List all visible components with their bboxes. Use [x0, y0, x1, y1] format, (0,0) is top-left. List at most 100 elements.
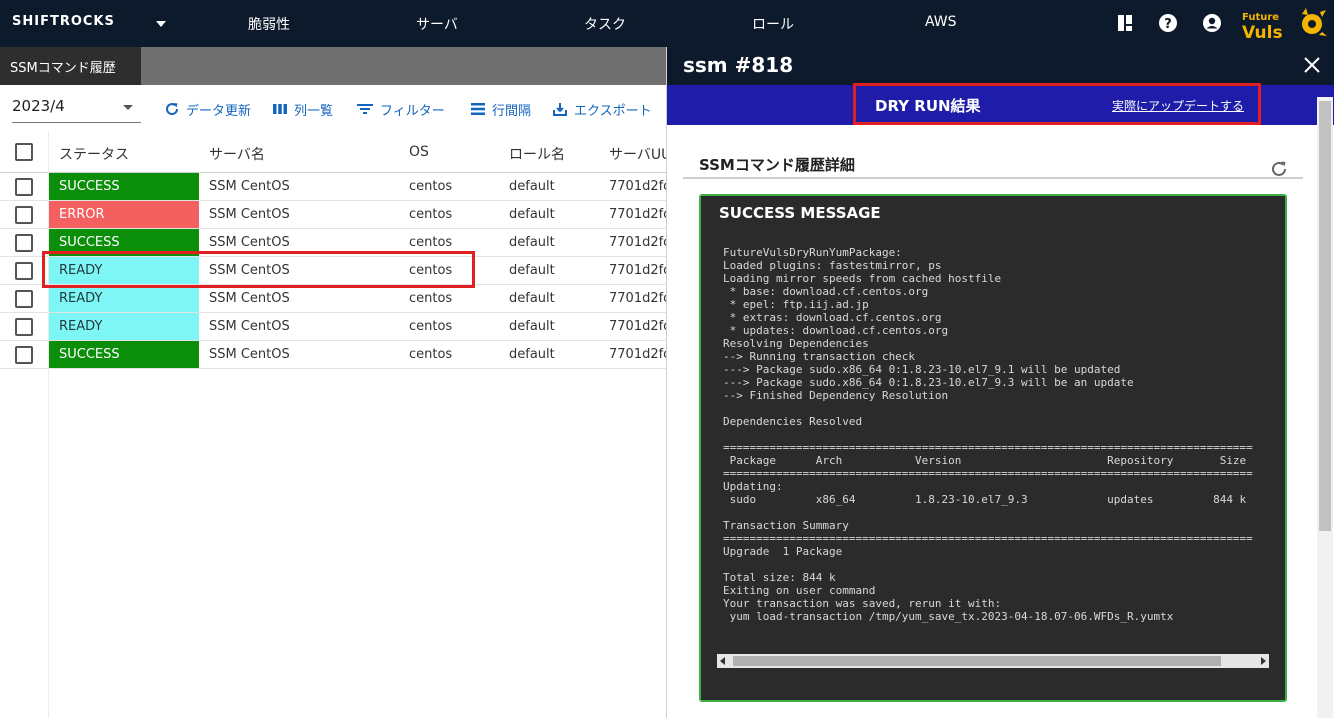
- table-row[interactable]: SUCCESS SSM CentOS centos default 7701d2…: [0, 341, 666, 369]
- chevron-down-icon: [123, 105, 133, 110]
- ssm-detail-drawer: ssm #818 DRY RUN結果 実際にアップデートする SSMコマンド履歴…: [666, 47, 1334, 718]
- svg-text:Vuls: Vuls: [1242, 23, 1283, 42]
- os-cell: centos: [409, 207, 453, 222]
- columns-button[interactable]: 列一覧: [272, 99, 333, 119]
- drawer-header: ssm #818: [667, 47, 1334, 85]
- density-button[interactable]: 行間隔: [470, 99, 531, 119]
- top-navigation-bar: SHIFTROCKS 脆弱性 サーバ タスク ロール AWS ? Future …: [0, 0, 1334, 47]
- refresh-icon: [166, 103, 179, 116]
- server-name-cell: SSM CentOS: [209, 179, 290, 194]
- status-badge: READY: [49, 285, 199, 312]
- columns-icon: [273, 104, 287, 114]
- organization-name[interactable]: SHIFTROCKS: [12, 14, 115, 29]
- grid-header-row: ステータス サーバ名 OS ロール名 サーバUUID: [0, 131, 666, 173]
- scroll-left-icon[interactable]: [720, 657, 725, 665]
- console-title: SUCCESS MESSAGE: [719, 204, 881, 222]
- server-uuid-cell: 7701d2fc: [609, 207, 666, 222]
- section-divider: [683, 177, 1303, 179]
- server-uuid-cell: 7701d2fc: [609, 263, 666, 278]
- table-row[interactable]: READY SSM CentOS centos default 7701d2fc: [0, 313, 666, 341]
- role-name-cell: default: [509, 263, 555, 278]
- nav-tasks[interactable]: タスク: [584, 14, 626, 34]
- export-button[interactable]: エクスポート: [552, 99, 652, 119]
- nav-aws[interactable]: AWS: [925, 14, 957, 30]
- row-checkbox[interactable]: [15, 234, 33, 252]
- status-badge: SUCCESS: [49, 173, 199, 200]
- nav-vulnerabilities[interactable]: 脆弱性: [248, 14, 290, 34]
- tab-ssm-command-history[interactable]: SSMコマンド履歴: [0, 47, 141, 85]
- os-cell: centos: [409, 347, 453, 362]
- column-header-status[interactable]: ステータス: [59, 144, 199, 164]
- row-checkbox[interactable]: [15, 262, 33, 280]
- table-row[interactable]: ERROR SSM CentOS centos default 7701d2fc: [0, 201, 666, 229]
- close-icon[interactable]: [1303, 56, 1321, 74]
- role-name-cell: default: [509, 179, 555, 194]
- scrollbar-thumb[interactable]: [1319, 101, 1331, 531]
- filter-button[interactable]: フィルター: [356, 99, 445, 119]
- role-name-cell: default: [509, 207, 555, 222]
- command-output-console: SUCCESS MESSAGE FutureVulsDryRunYumPacka…: [699, 194, 1287, 702]
- scroll-right-icon[interactable]: [1261, 657, 1266, 665]
- os-cell: centos: [409, 179, 453, 194]
- table-row[interactable]: READY SSM CentOS centos default 7701d2fc: [0, 285, 666, 313]
- server-uuid-cell: 7701d2fc: [609, 179, 666, 194]
- column-header-server-uuid[interactable]: サーバUUID: [609, 144, 666, 164]
- row-checkbox[interactable]: [15, 178, 33, 196]
- console-output-text: FutureVulsDryRunYumPackage: Loaded plugi…: [723, 246, 1253, 623]
- role-name-cell: default: [509, 291, 555, 306]
- server-name-cell: SSM CentOS: [209, 235, 290, 250]
- dry-run-title: DRY RUN結果: [875, 97, 981, 115]
- nav-roles[interactable]: ロール: [752, 14, 794, 34]
- nav-servers[interactable]: サーバ: [416, 14, 458, 34]
- status-badge: ERROR: [49, 201, 199, 228]
- role-name-cell: default: [509, 235, 555, 250]
- grid-column-divider: [48, 131, 49, 718]
- svg-text:?: ?: [1164, 17, 1172, 32]
- row-checkbox[interactable]: [15, 206, 33, 224]
- refresh-icon[interactable]: [1269, 159, 1289, 179]
- scrollbar-thumb[interactable]: [733, 656, 1221, 666]
- row-checkbox[interactable]: [15, 346, 33, 364]
- row-checkbox[interactable]: [15, 290, 33, 308]
- month-select[interactable]: 2023/4: [12, 93, 141, 123]
- server-uuid-cell: 7701d2fc: [609, 319, 666, 334]
- apply-update-link[interactable]: 実際にアップデートする: [1112, 97, 1244, 114]
- server-name-cell: SSM CentOS: [209, 319, 290, 334]
- os-cell: centos: [409, 319, 453, 334]
- month-select-value: 2023/4: [12, 97, 65, 115]
- drawer-title: ssm #818: [683, 53, 794, 77]
- select-all-checkbox[interactable]: [15, 143, 33, 161]
- grid-toolbar: 2023/4 データ更新 列一覧 フィルター 行間隔 エクスポート: [0, 85, 666, 131]
- server-name-cell: SSM CentOS: [209, 291, 290, 306]
- column-header-os[interactable]: OS: [409, 144, 499, 160]
- os-cell: centos: [409, 291, 453, 306]
- column-header-role-name[interactable]: ロール名: [509, 144, 599, 164]
- filter-icon: [357, 104, 373, 114]
- server-uuid-cell: 7701d2fc: [609, 235, 666, 250]
- table-row[interactable]: SUCCESS SSM CentOS centos default 7701d2…: [0, 173, 666, 201]
- svg-text:Future: Future: [1242, 12, 1279, 23]
- organization-dropdown-caret-icon[interactable]: [156, 21, 166, 27]
- role-name-cell: default: [509, 319, 555, 334]
- console-horizontal-scrollbar[interactable]: [717, 654, 1269, 668]
- tab-bar: SSMコマンド履歴: [0, 47, 666, 85]
- account-icon[interactable]: [1202, 13, 1222, 33]
- status-badge: SUCCESS: [49, 341, 199, 368]
- server-uuid-cell: 7701d2fc: [609, 291, 666, 306]
- server-name-cell: SSM CentOS: [209, 207, 290, 222]
- density-icon: [471, 103, 485, 115]
- server-name-cell: SSM CentOS: [209, 347, 290, 362]
- role-name-cell: default: [509, 347, 555, 362]
- refresh-data-button[interactable]: データ更新: [164, 99, 251, 119]
- export-icon: [553, 103, 567, 116]
- highlight-annotation-row: [42, 251, 475, 288]
- row-checkbox[interactable]: [15, 318, 33, 336]
- server-uuid-cell: 7701d2fc: [609, 347, 666, 362]
- book-icon[interactable]: [1115, 13, 1135, 33]
- drawer-vertical-scrollbar[interactable]: [1317, 97, 1333, 718]
- column-header-server-name[interactable]: サーバ名: [209, 144, 399, 164]
- os-cell: centos: [409, 235, 453, 250]
- status-badge: READY: [49, 313, 199, 340]
- futurevuls-logo: Future Vuls: [1242, 8, 1327, 42]
- help-icon[interactable]: ?: [1158, 13, 1178, 33]
